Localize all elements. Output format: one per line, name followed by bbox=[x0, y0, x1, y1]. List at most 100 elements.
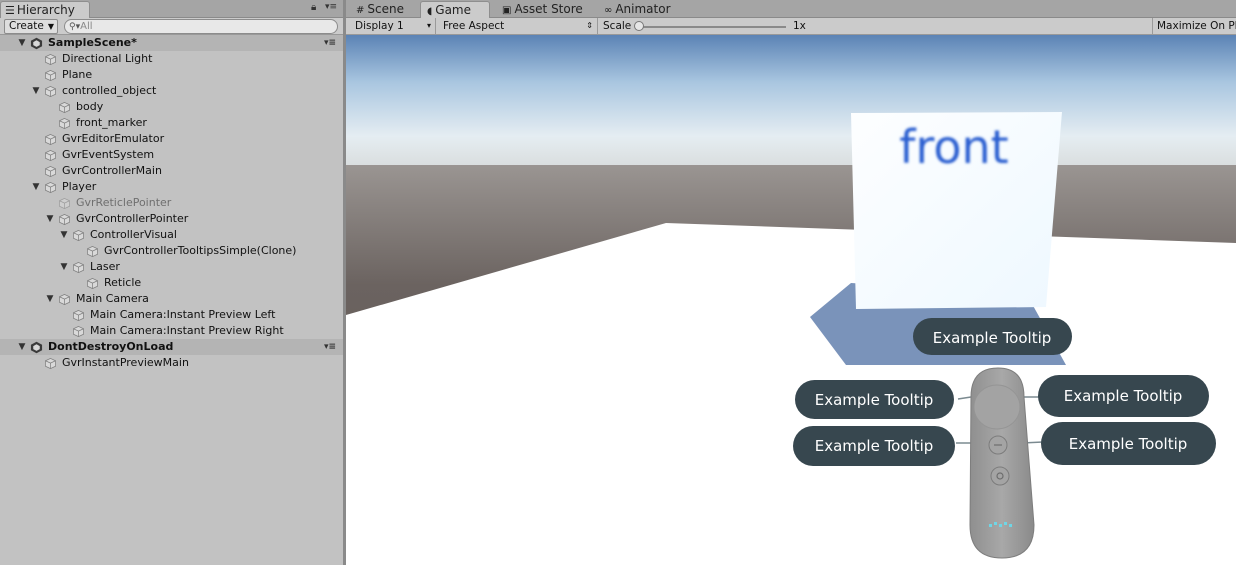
hierarchy-item[interactable]: body bbox=[0, 99, 343, 115]
hierarchy-item[interactable]: Directional Light bbox=[0, 51, 343, 67]
hierarchy-item-label: Main Camera bbox=[76, 292, 149, 305]
display-dropdown-label: Display 1 bbox=[355, 20, 404, 32]
unity-scene-icon bbox=[30, 341, 43, 354]
create-button-label: Create bbox=[9, 20, 44, 32]
hierarchy-item-label: Directional Light bbox=[62, 52, 153, 65]
dropdown-arrow-icon: ⇕ bbox=[586, 21, 593, 30]
search-input[interactable]: ⚲▾All bbox=[64, 19, 338, 34]
gameobject-cube-icon bbox=[45, 134, 56, 145]
hierarchy-item-label: Main Camera:Instant Preview Left bbox=[90, 308, 276, 321]
aspect-dropdown[interactable]: Free Aspect ⇕ bbox=[438, 18, 598, 35]
scale-slider-handle[interactable] bbox=[634, 21, 644, 31]
expand-arrow-icon[interactable]: ▼ bbox=[17, 35, 27, 51]
hierarchy-item[interactable]: GvrReticlePointer bbox=[0, 195, 343, 211]
tab-scene[interactable]: # Scene bbox=[350, 1, 414, 18]
hierarchy-item[interactable]: ▼ Main Camera bbox=[0, 291, 343, 307]
display-dropdown[interactable]: Display 1 ▾ bbox=[350, 18, 436, 35]
gameobject-cube-icon bbox=[73, 310, 84, 321]
hierarchy-tab-label: Hierarchy bbox=[16, 3, 75, 17]
expand-arrow-icon[interactable]: ▼ bbox=[45, 291, 55, 307]
hierarchy-item-label: GvrReticlePointer bbox=[76, 196, 172, 209]
hierarchy-item-label: ControllerVisual bbox=[90, 228, 177, 241]
hierarchy-item-label: body bbox=[76, 100, 104, 113]
gameobject-cube-icon bbox=[59, 294, 70, 305]
animator-icon: ∞ bbox=[604, 5, 613, 16]
gameobject-cube-icon bbox=[45, 70, 56, 81]
tab-animator[interactable]: ∞ Animator bbox=[598, 1, 678, 18]
expand-arrow-icon[interactable]: ▼ bbox=[31, 83, 41, 99]
aspect-dropdown-label: Free Aspect bbox=[443, 20, 505, 32]
hierarchy-item-label: front_marker bbox=[76, 116, 147, 129]
hierarchy-toolbar: Create ▼ ⚲▾All bbox=[0, 18, 343, 35]
hierarchy-item-label: Laser bbox=[90, 260, 120, 273]
search-icon: ⚲▾ bbox=[69, 22, 81, 32]
hierarchy-item-label: Reticle bbox=[104, 276, 142, 289]
expand-arrow-icon[interactable]: ▼ bbox=[59, 259, 69, 275]
tooltip-right-lower-label: Example Tooltip bbox=[1069, 435, 1188, 453]
gameobject-cube-icon bbox=[45, 54, 56, 65]
gameobject-cube-icon bbox=[59, 214, 70, 225]
hierarchy-item[interactable]: ▼ GvrControllerPointer bbox=[0, 211, 343, 227]
hierarchy-item[interactable]: GvrInstantPreviewMain bbox=[0, 355, 343, 371]
gameobject-cube-icon bbox=[45, 166, 56, 177]
scale-slider-track[interactable] bbox=[638, 26, 786, 28]
store-bag-icon: ▣ bbox=[502, 5, 512, 16]
maximize-on-play-toggle[interactable]: Maximize On Play bbox=[1152, 18, 1236, 35]
scale-label: Scale bbox=[603, 20, 632, 32]
front-label: front bbox=[899, 120, 1008, 174]
hierarchy-item-label: GvrEventSystem bbox=[62, 148, 155, 161]
hierarchy-item[interactable]: ▼ ControllerVisual bbox=[0, 227, 343, 243]
tooltip-right-lower: Example Tooltip bbox=[1041, 422, 1216, 465]
expand-arrow-icon[interactable]: ▼ bbox=[59, 227, 69, 243]
expand-arrow-icon[interactable]: ▼ bbox=[45, 211, 55, 227]
tab-asset-store-label: Asset Store bbox=[514, 2, 583, 16]
gameobject-cube-icon bbox=[87, 246, 98, 257]
panel-menu-icon[interactable]: ▾≡ bbox=[325, 2, 337, 12]
gameobject-cube-icon bbox=[59, 118, 70, 129]
lock-icon[interactable]: 🔒︎ bbox=[311, 2, 316, 13]
hierarchy-item[interactable]: Main Camera:Instant Preview Right bbox=[0, 323, 343, 339]
hierarchy-panel: ☰ Hierarchy 🔒︎ ▾≡ Create ▼ ⚲▾All ▼ SampleS… bbox=[0, 0, 343, 565]
gameobject-cube-icon bbox=[59, 198, 70, 209]
expand-arrow-icon[interactable]: ▼ bbox=[31, 179, 41, 195]
gameobject-cube-icon bbox=[45, 182, 56, 193]
gameobject-cube-icon bbox=[59, 102, 70, 113]
hierarchy-item[interactable]: GvrControllerMain bbox=[0, 163, 343, 179]
gameobject-cube-icon bbox=[73, 230, 84, 241]
hierarchy-item[interactable]: Reticle bbox=[0, 275, 343, 291]
tooltip-left-lower-label: Example Tooltip bbox=[815, 437, 934, 455]
tooltip-top: Example Tooltip bbox=[913, 318, 1072, 355]
hierarchy-item-label: DontDestroyOnLoad bbox=[48, 340, 174, 353]
hierarchy-item-label: Player bbox=[62, 180, 97, 193]
hierarchy-item-label: Main Camera:Instant Preview Right bbox=[90, 324, 284, 337]
scene-menu-icon[interactable]: ▾≡ bbox=[324, 35, 336, 51]
hierarchy-item[interactable]: Plane bbox=[0, 67, 343, 83]
hierarchy-item[interactable]: front_marker bbox=[0, 115, 343, 131]
tab-game[interactable]: ◖ Game bbox=[420, 1, 490, 18]
tooltip-right-upper: Example Tooltip bbox=[1038, 375, 1209, 417]
list-icon: ☰ bbox=[5, 4, 15, 17]
hierarchy-item[interactable]: Main Camera:Instant Preview Left bbox=[0, 307, 343, 323]
create-button[interactable]: Create ▼ bbox=[4, 19, 58, 34]
hierarchy-item-label: Plane bbox=[62, 68, 93, 81]
hierarchy-item-label: controlled_object bbox=[62, 84, 157, 97]
expand-arrow-icon[interactable]: ▼ bbox=[17, 339, 27, 355]
hierarchy-item[interactable]: ▼ Player bbox=[0, 179, 343, 195]
tab-asset-store[interactable]: ▣ Asset Store bbox=[496, 1, 588, 18]
hierarchy-item[interactable]: GvrEventSystem bbox=[0, 147, 343, 163]
hierarchy-item-label: GvrControllerPointer bbox=[76, 212, 189, 225]
tab-hierarchy[interactable]: ☰ Hierarchy bbox=[0, 1, 90, 18]
scene-menu-icon[interactable]: ▾≡ bbox=[324, 339, 336, 355]
tab-scene-label: Scene bbox=[367, 2, 404, 16]
scene-row[interactable]: ▼ DontDestroyOnLoad ▾≡ bbox=[0, 339, 343, 355]
hierarchy-item-label: GvrEditorEmulator bbox=[62, 132, 165, 145]
tooltip-top-label: Example Tooltip bbox=[933, 329, 1052, 347]
hierarchy-item[interactable]: GvrEditorEmulator bbox=[0, 131, 343, 147]
game-viewport[interactable]: front Example Tooltip Example Tooltip Ex… bbox=[346, 35, 1236, 565]
hierarchy-item[interactable]: ▼ controlled_object bbox=[0, 83, 343, 99]
scene-row[interactable]: ▼ SampleScene* ▾≡ bbox=[0, 35, 343, 51]
hierarchy-item[interactable]: GvrControllerTooltipsSimple(Clone) bbox=[0, 243, 343, 259]
hierarchy-item[interactable]: ▼ Laser bbox=[0, 259, 343, 275]
hierarchy-item-label: GvrControllerMain bbox=[62, 164, 162, 177]
gameobject-cube-icon bbox=[73, 326, 84, 337]
